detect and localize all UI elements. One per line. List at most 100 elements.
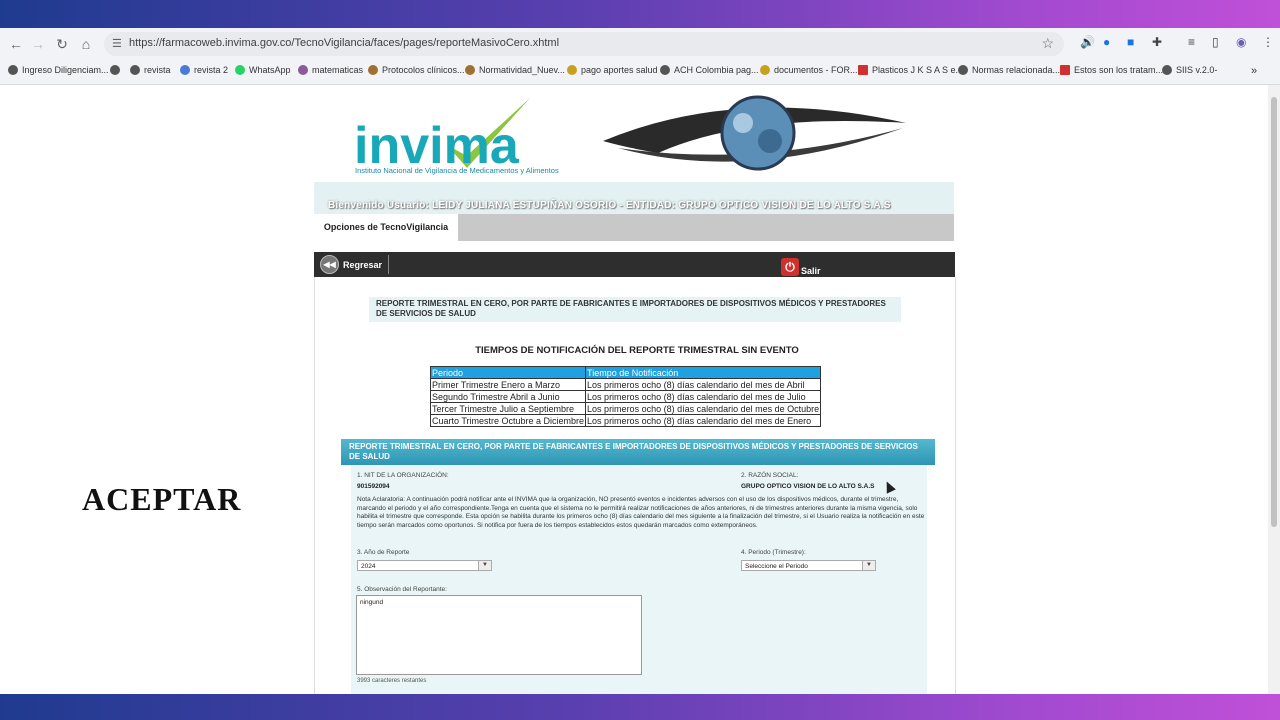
bookmark-item[interactable]: revista <box>130 65 171 75</box>
bookmark-item[interactable]: Estos son los tratam... <box>1060 65 1163 75</box>
address-row: ← → ↻ ⌂ ☰ https://farmacoweb.invima.gov.… <box>0 28 1280 60</box>
bookmark-icon <box>8 65 18 75</box>
salir-button[interactable]: ⏻ Salir <box>781 254 821 276</box>
address-bar[interactable]: ☰ https://farmacoweb.invima.gov.co/Tecno… <box>104 32 1064 56</box>
table-cell: Los primeros ocho (8) días calendario de… <box>585 378 822 391</box>
table-row: Tercer Trimestre Julio a Septiembre Los p… <box>429 402 822 415</box>
whatsapp-icon <box>235 65 245 75</box>
bookmark-icon <box>298 65 308 75</box>
forward-arrow-icon[interactable]: → <box>28 34 48 54</box>
dropdown-arrow-icon: ▼ <box>862 561 875 570</box>
bookmark-icon <box>110 65 120 75</box>
welcome-text: Bienvenido Usuario: LEIDY JULIANA ESTUPI… <box>328 200 891 211</box>
nit-label: 1. NIT DE LA ORGANIZACIÓN: <box>357 472 449 479</box>
profile-avatar-icon[interactable]: ◉ <box>1236 35 1246 49</box>
bookmark-icon <box>567 65 577 75</box>
eye-graphic <box>598 93 918 183</box>
column-header: Periodo <box>429 366 587 379</box>
bookmark-item[interactable]: matematicas <box>298 65 363 75</box>
salir-label: Salir <box>801 266 821 276</box>
main-content: REPORTE TRIMESTRAL EN CERO, POR PARTE DE… <box>314 277 956 694</box>
toolbar-divider <box>388 255 389 274</box>
table-header-row: Periodo Tiempo de Notificación <box>429 366 822 379</box>
menu-bar: Opciones de TecnoVigilancia <box>314 214 954 241</box>
character-counter: 3993 caracteres restantes <box>357 678 427 684</box>
nit-value: 901592094 <box>357 483 390 490</box>
year-select[interactable]: 2024 ▼ <box>357 560 492 571</box>
table-row: Segundo Trimestre Abril a Junio Los prime… <box>429 390 822 403</box>
puzzle-icon[interactable]: ✚ <box>1152 35 1162 49</box>
scrollbar-thumb[interactable] <box>1271 97 1277 527</box>
extension-icon[interactable]: ■ <box>1127 35 1134 49</box>
rewind-icon: ◀◀ <box>320 255 339 274</box>
bookmark-icon <box>130 65 140 75</box>
bookmark-icon <box>368 65 378 75</box>
bookmark-star-icon[interactable]: ☆ <box>1041 35 1054 52</box>
browser-chrome: ← → ↻ ⌂ ☰ https://farmacoweb.invima.gov.… <box>0 28 1280 85</box>
url-text: https://farmacoweb.invima.gov.co/TecnoVi… <box>129 37 560 49</box>
observation-textarea[interactable]: ningund <box>356 595 642 675</box>
table-cell: Segundo Trimestre Abril a Junio <box>429 390 587 403</box>
more-bookmarks-icon[interactable]: » <box>1251 65 1257 77</box>
bookmark-icon <box>180 65 190 75</box>
table-cell: Los primeros ocho (8) días calendario de… <box>585 414 822 427</box>
bookmark-item[interactable]: documentos - FOR... <box>760 65 858 75</box>
page-scrollbar[interactable] <box>1268 85 1280 694</box>
bookmark-item[interactable]: revista 2 <box>180 65 228 75</box>
reload-icon[interactable]: ↻ <box>52 34 72 54</box>
bookmark-icon <box>1060 65 1070 75</box>
speaker-icon[interactable]: 🔊 <box>1080 35 1095 49</box>
observation-label: 5. Observación del Reportante: <box>357 586 447 593</box>
bookmark-item[interactable]: pago aportes salud <box>567 65 658 75</box>
table-row: Primer Trimestre Enero a Marzo Los primer… <box>429 378 822 391</box>
globe-icon <box>958 65 968 75</box>
bookmark-item[interactable]: ACH Colombia pag... <box>660 65 759 75</box>
year-label: 3. Año de Reporte <box>357 549 410 556</box>
eye-icon <box>603 95 906 171</box>
table-cell: Cuarto Trimestre Octubre a Diciembre <box>429 414 587 427</box>
form-header: REPORTE TRIMESTRAL EN CERO, POR PARTE DE… <box>341 439 935 465</box>
bookmark-item[interactable]: Ingreso Diligenciam... <box>8 65 109 75</box>
table-row: Cuarto Trimestre Octubre a Diciembre Los … <box>429 414 822 427</box>
table-cell: Primer Trimestre Enero a Marzo <box>429 378 587 391</box>
more-menu-icon[interactable]: ⋮ <box>1262 35 1274 49</box>
extension-icon[interactable]: ● <box>1103 35 1110 49</box>
bookmark-item[interactable]: SIIS v.2.0- <box>1162 65 1217 75</box>
bookmark-item[interactable]: WhatsApp <box>235 65 291 75</box>
bookmarks-bar: Ingreso Diligenciam... revista revista 2… <box>0 61 1280 83</box>
period-selected-value: Seleccione el Periodo <box>745 563 808 570</box>
globe-icon <box>1162 65 1172 75</box>
logo-subtitle: Instituto Nacional de Vigilancia de Medi… <box>355 166 559 175</box>
welcome-bar: Bienvenido Usuario: LEIDY JULIANA ESTUPI… <box>314 182 954 214</box>
back-arrow-icon[interactable]: ← <box>6 34 26 54</box>
regresar-button[interactable]: ◀◀ Regresar <box>320 254 382 275</box>
report-form: 1. NIT DE LA ORGANIZACIÓN: 901592094 2. … <box>351 465 927 694</box>
razon-social-label: 2. RAZÓN SOCIAL: <box>741 472 799 479</box>
times-title: TIEMPOS DE NOTIFICACIÓN DEL REPORTE TRIM… <box>475 345 799 356</box>
table-cell: Los primeros ocho (8) días calendario de… <box>585 402 822 415</box>
home-icon[interactable]: ⌂ <box>76 34 96 54</box>
bookmark-item[interactable]: Normas relacionada... <box>958 65 1060 75</box>
site-info-icon[interactable]: ☰ <box>112 37 122 50</box>
bookmark-icon <box>760 65 770 75</box>
period-select[interactable]: Seleccione el Periodo ▼ <box>741 560 876 571</box>
sidebar-icon[interactable]: ▯ <box>1212 35 1219 49</box>
bookmark-item[interactable]: Protocolos clínicos... <box>368 65 465 75</box>
razon-social-value: GRUPO OPTICO VISION DE LO ALTO S.A.S <box>741 483 875 490</box>
menu-list-icon[interactable]: ≡ <box>1188 35 1195 49</box>
regresar-label: Regresar <box>343 259 383 270</box>
bookmark-item[interactable] <box>110 65 124 75</box>
action-toolbar: ◀◀ Regresar ⏻ Salir <box>314 252 955 277</box>
aceptar-overlay-text: ACEPTAR <box>82 481 242 517</box>
desktop-top-bar <box>0 0 1280 28</box>
bookmark-item[interactable]: Plasticos J K S A S e... <box>858 65 963 75</box>
table-cell: Tercer Trimestre Julio a Septiembre <box>429 402 587 415</box>
column-header: Tiempo de Notificación <box>585 366 822 379</box>
notification-times-table: Periodo Tiempo de Notificación Primer Tr… <box>429 366 822 427</box>
globe-icon <box>660 65 670 75</box>
bookmark-item[interactable]: Normatividad_Nuev... <box>465 65 565 75</box>
period-label: 4. Periodo (Trimestre): <box>741 549 806 556</box>
report-title: REPORTE TRIMESTRAL EN CERO, POR PARTE DE… <box>369 297 901 322</box>
tab-opciones-tecnovigilancia[interactable]: Opciones de TecnoVigilancia <box>314 214 458 241</box>
invima-logo: invima Instituto Nacional de Vigilancia … <box>352 93 587 183</box>
